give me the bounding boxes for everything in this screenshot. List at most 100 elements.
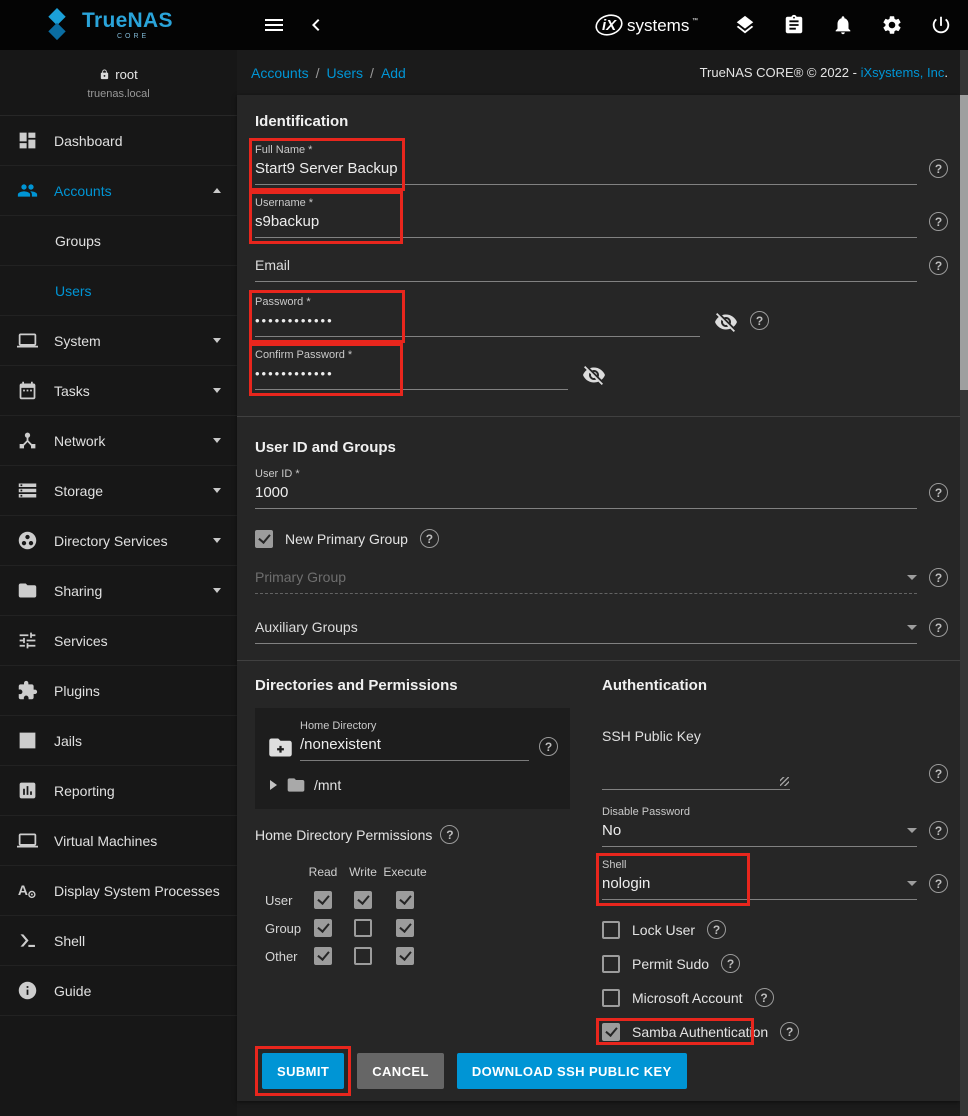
other-read-checkbox[interactable] [314, 947, 332, 965]
breadcrumb-accounts[interactable]: Accounts [251, 65, 309, 81]
help-icon[interactable] [929, 159, 948, 178]
help-icon[interactable] [929, 212, 948, 231]
home-directory-field[interactable]: Home Directory /nonexistent [300, 720, 529, 761]
help-icon[interactable] [721, 954, 740, 973]
help-icon[interactable] [929, 568, 948, 587]
group-read-checkbox[interactable] [314, 919, 332, 937]
user-read-checkbox[interactable] [314, 891, 332, 909]
help-icon[interactable] [780, 1022, 799, 1041]
confirm-password-field[interactable]: Confirm Password * •••••••••••• [255, 349, 568, 390]
user-id-field[interactable]: User ID * 1000 [255, 468, 917, 509]
home-directory-permissions-label: Home Directory Permissions [255, 827, 432, 843]
sidebar-item-shell[interactable]: Shell [0, 916, 237, 966]
sidebar-item-virtual-machines[interactable]: Virtual Machines [0, 816, 237, 866]
new-primary-group-checkbox[interactable] [255, 530, 273, 548]
folder-icon [15, 579, 39, 603]
password-value: •••••••••••• [255, 312, 700, 329]
help-icon[interactable] [755, 988, 774, 1007]
help-icon[interactable] [929, 821, 948, 840]
eye-off-icon[interactable] [582, 363, 606, 387]
scrollbar[interactable] [960, 50, 968, 1116]
sidebar-item-groups[interactable]: Groups [0, 216, 237, 266]
auxiliary-groups-select[interactable]: Auxiliary Groups [255, 616, 917, 644]
chevron-left-icon[interactable] [303, 12, 329, 38]
lock-user-checkbox[interactable] [602, 921, 620, 939]
ixsystems-link[interactable]: iXsystems, Inc [861, 65, 945, 80]
breadcrumb-separator: / [370, 65, 374, 81]
sidebar-user-block: root truenas.local [0, 50, 237, 116]
help-icon[interactable] [539, 737, 558, 756]
lock-icon [99, 69, 110, 80]
samba-authentication-checkbox[interactable] [602, 1023, 620, 1041]
sidebar-item-network[interactable]: Network [0, 416, 237, 466]
home-directory-box: Home Directory /nonexistent /mnt [255, 708, 570, 809]
column-read: Read [303, 865, 343, 879]
cancel-button[interactable]: CANCEL [357, 1053, 444, 1089]
help-icon[interactable] [707, 920, 726, 939]
group-write-checkbox[interactable] [354, 919, 372, 937]
scrollbar-thumb[interactable] [960, 95, 968, 390]
download-ssh-public-key-button[interactable]: DOWNLOAD SSH PUBLIC KEY [457, 1053, 687, 1089]
microsoft-account-checkbox[interactable] [602, 989, 620, 1007]
sidebar-item-users[interactable]: Users [0, 266, 237, 316]
submit-button[interactable]: SUBMIT [262, 1053, 344, 1089]
full-name-field[interactable]: Full Name * Start9 Server Backup [255, 144, 917, 185]
bell-icon[interactable] [830, 12, 856, 38]
group-execute-checkbox[interactable] [396, 919, 414, 937]
folder-add-icon[interactable] [267, 734, 294, 759]
breadcrumb-add[interactable]: Add [381, 65, 406, 81]
sidebar-item-plugins[interactable]: Plugins [0, 666, 237, 716]
gear-icon[interactable] [879, 12, 905, 38]
help-icon[interactable] [929, 874, 948, 893]
sidebar-item-tasks[interactable]: Tasks [0, 366, 237, 416]
primary-group-select[interactable]: Primary Group [255, 566, 917, 594]
tune-icon [15, 629, 39, 653]
help-icon[interactable] [750, 311, 769, 330]
help-icon[interactable] [929, 256, 948, 275]
sidebar-item-accounts[interactable]: Accounts [0, 166, 237, 216]
brand-sub: CORE [117, 33, 173, 40]
clipboard-icon[interactable] [781, 12, 807, 38]
sidebar-item-guide[interactable]: Guide [0, 966, 237, 1016]
copyright: TrueNAS CORE® © 2022 - iXsystems, Inc. [700, 65, 948, 80]
password-field[interactable]: Password * •••••••••••• [255, 296, 700, 337]
sidebar-item-storage[interactable]: Storage [0, 466, 237, 516]
user-id-value: 1000 [255, 484, 917, 501]
layers-icon[interactable] [732, 12, 758, 38]
sidebar-item-directory-services[interactable]: Directory Services [0, 516, 237, 566]
email-field[interactable]: Email [255, 254, 917, 282]
help-icon[interactable] [929, 483, 948, 502]
sidebar-item-sharing[interactable]: Sharing [0, 566, 237, 616]
power-icon[interactable] [928, 12, 954, 38]
breadcrumb-users[interactable]: Users [326, 65, 363, 81]
eye-off-icon[interactable] [714, 310, 738, 334]
user-execute-checkbox[interactable] [396, 891, 414, 909]
other-write-checkbox[interactable] [354, 947, 372, 965]
user-write-checkbox[interactable] [354, 891, 372, 909]
group-work-icon [15, 529, 39, 553]
menu-icon[interactable] [261, 12, 287, 38]
tree-node-mnt[interactable]: /mnt [267, 775, 558, 795]
ssh-public-key-textarea[interactable] [602, 748, 790, 790]
sidebar-item-services[interactable]: Services [0, 616, 237, 666]
sidebar-item-reporting[interactable]: Reporting [0, 766, 237, 816]
help-icon[interactable] [420, 529, 439, 548]
shell-select[interactable]: Shell nologin [602, 859, 917, 900]
help-icon[interactable] [440, 825, 459, 844]
username-field[interactable]: Username * s9backup [255, 197, 917, 238]
sidebar-item-jails[interactable]: Jails [0, 716, 237, 766]
sidebar-item-system[interactable]: System [0, 316, 237, 366]
ix-mark: iX [602, 17, 617, 34]
other-execute-checkbox[interactable] [396, 947, 414, 965]
disable-password-select[interactable]: Disable Password No [602, 806, 917, 847]
help-icon[interactable] [929, 764, 948, 783]
tree-expand-icon[interactable] [270, 780, 277, 790]
permit-sudo-checkbox[interactable] [602, 955, 620, 973]
truenas-logo: TrueNAS CORE [0, 8, 237, 42]
primary-group-placeholder: Primary Group [255, 569, 899, 586]
help-icon[interactable] [929, 618, 948, 637]
chevron-down-icon [213, 438, 221, 443]
sidebar-item-dashboard[interactable]: Dashboard [0, 116, 237, 166]
sidebar-item-display-system-processes[interactable]: A Display System Processes [0, 866, 237, 916]
ix-text: systems [627, 16, 689, 35]
